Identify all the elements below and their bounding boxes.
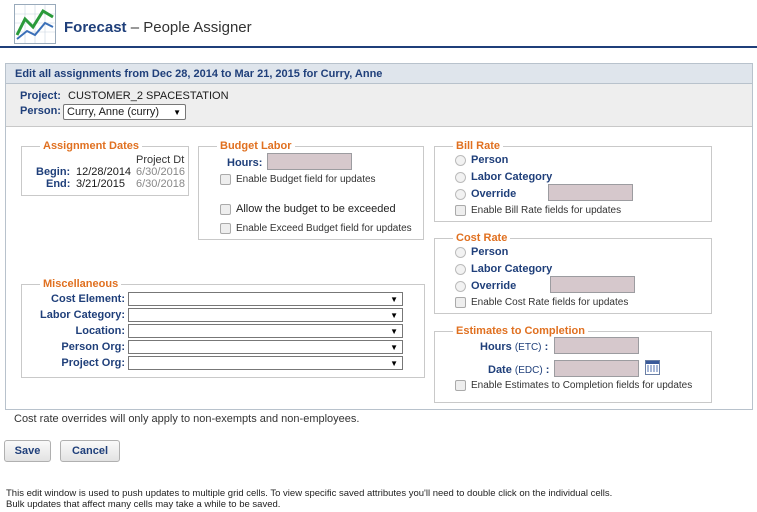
estimates-to-completion-group: Estimates to Completion Hours (ETC) : Da… [434,325,712,403]
cost-rate-override-label: Override [471,280,517,292]
save-button[interactable]: Save [4,440,51,462]
enable-budget-label: Enable Budget field for updates [236,174,376,185]
person-org-label: Person Org: [61,341,125,353]
etc-date-unit: (EDC) [514,365,543,376]
etc-date-input[interactable] [554,360,639,377]
cost-rate-override-radio[interactable] [455,281,466,292]
enable-etc-label: Enable Estimates to Completion fields fo… [471,380,693,391]
project-org-select[interactable]: ▼ [128,356,403,370]
cost-rate-person-label: Person [471,246,509,258]
project-label: Project: [20,90,61,102]
etc-hours-label-wrap: Hours (ETC) : [480,341,548,353]
bill-rate-person-label: Person [471,154,509,166]
assignment-dates-group: Assignment Dates Project Dt Begin: 12/28… [21,140,189,196]
project-value: CUSTOMER_2 SPACESTATION [68,90,229,102]
labor-category-select[interactable]: ▼ [128,308,403,322]
budget-hours-input[interactable] [267,153,352,170]
cost-element-label: Cost Element: [51,293,125,305]
person-label: Person: [20,105,61,117]
title-separator: – [130,19,140,36]
etc-hours-colon: : [544,341,549,353]
allow-exceed-checkbox[interactable] [220,204,231,215]
bill-rate-group: Bill Rate Person Labor Category Override… [434,140,712,222]
budget-labor-group: Budget Labor Hours: Enable Budget field … [198,140,424,240]
end-date: 3/21/2015 [76,178,125,190]
assignment-dates-legend: Assignment Dates [40,140,142,152]
budget-labor-legend: Budget Labor [217,140,295,152]
chevron-down-icon: ▼ [390,311,398,320]
calendar-icon[interactable] [645,360,660,375]
app-header: Forecast – People Assigner [0,0,757,48]
begin-project-date: 6/30/2016 [136,166,185,178]
miscellaneous-legend: Miscellaneous [40,278,122,290]
labor-category-label: Labor Category: [40,309,125,321]
project-dt-header: Project Dt [136,154,185,166]
etc-hours-input[interactable] [554,337,639,354]
forecast-logo-icon [14,4,56,44]
chevron-down-icon: ▼ [173,108,181,117]
person-select-value: Curry, Anne (curry) [67,106,160,118]
panel-heading: Edit all assignments from Dec 28, 2014 t… [6,64,752,84]
location-select[interactable]: ▼ [128,324,403,338]
cost-rate-note: Cost rate overrides will only apply to n… [14,413,360,425]
miscellaneous-group: Miscellaneous Cost Element: ▼ Labor Cate… [21,278,425,378]
cost-rate-legend: Cost Rate [453,232,511,244]
cost-rate-person-radio[interactable] [455,247,466,258]
person-org-select[interactable]: ▼ [128,340,403,354]
begin-label: Begin: [36,166,71,178]
hours-label: Hours: [227,157,263,169]
bill-rate-override-radio[interactable] [455,189,466,200]
assignment-edit-panel: Edit all assignments from Dec 28, 2014 t… [5,63,753,425]
end-project-date: 6/30/2018 [136,178,185,190]
cost-rate-override-input[interactable] [550,276,635,293]
enable-exceed-label: Enable Exceed Budget field for updates [236,223,412,234]
etc-date-colon: : [545,364,550,376]
chevron-down-icon: ▼ [390,359,398,368]
bill-rate-labor-radio[interactable] [455,172,466,183]
enable-budget-checkbox[interactable] [220,174,231,185]
cost-rate-labor-label: Labor Category [471,263,553,275]
etc-legend: Estimates to Completion [453,325,588,337]
end-label: End: [46,178,71,190]
etc-date-label-wrap: Date (EDC) : [488,364,549,376]
bill-rate-person-radio[interactable] [455,155,466,166]
enable-exceed-checkbox[interactable] [220,223,231,234]
location-label: Location: [75,325,126,337]
begin-date: 12/28/2014 [76,166,132,178]
bill-rate-legend: Bill Rate [453,140,504,152]
help-text-line-1: This edit window is used to push updates… [6,488,613,499]
cost-rate-labor-radio[interactable] [455,264,466,275]
app-subtitle: People Assigner [143,19,252,36]
project-info-bar: Project: CUSTOMER_2 SPACESTATION Person:… [6,84,752,127]
bill-rate-override-input[interactable] [548,184,633,201]
app-title: Forecast [64,19,127,36]
bill-rate-labor-label: Labor Category [471,171,553,183]
enable-bill-rate-checkbox[interactable] [455,205,466,216]
chevron-down-icon: ▼ [390,343,398,352]
cost-rate-group: Cost Rate Person Labor Category Override… [434,232,712,314]
chevron-down-icon: ▼ [390,327,398,336]
enable-bill-rate-label: Enable Bill Rate fields for updates [471,205,622,216]
enable-cost-rate-checkbox[interactable] [455,297,466,308]
project-org-label: Project Org: [61,357,125,369]
chevron-down-icon: ▼ [390,295,398,304]
etc-date-label: Date [488,364,512,376]
page-title: Forecast – People Assigner [64,19,252,36]
allow-exceed-label: Allow the budget to be exceeded [236,203,396,215]
cost-element-select[interactable]: ▼ [128,292,403,306]
bill-rate-override-label: Override [471,188,517,200]
cancel-button[interactable]: Cancel [60,440,120,462]
enable-etc-checkbox[interactable] [455,380,466,391]
etc-hours-label: Hours [480,341,512,353]
person-select[interactable]: Curry, Anne (curry) ▼ [63,104,186,120]
etc-hours-unit: (ETC) [514,342,542,353]
help-text-line-2: Bulk updates that affect many cells may … [6,499,281,510]
enable-cost-rate-label: Enable Cost Rate fields for updates [471,297,629,308]
